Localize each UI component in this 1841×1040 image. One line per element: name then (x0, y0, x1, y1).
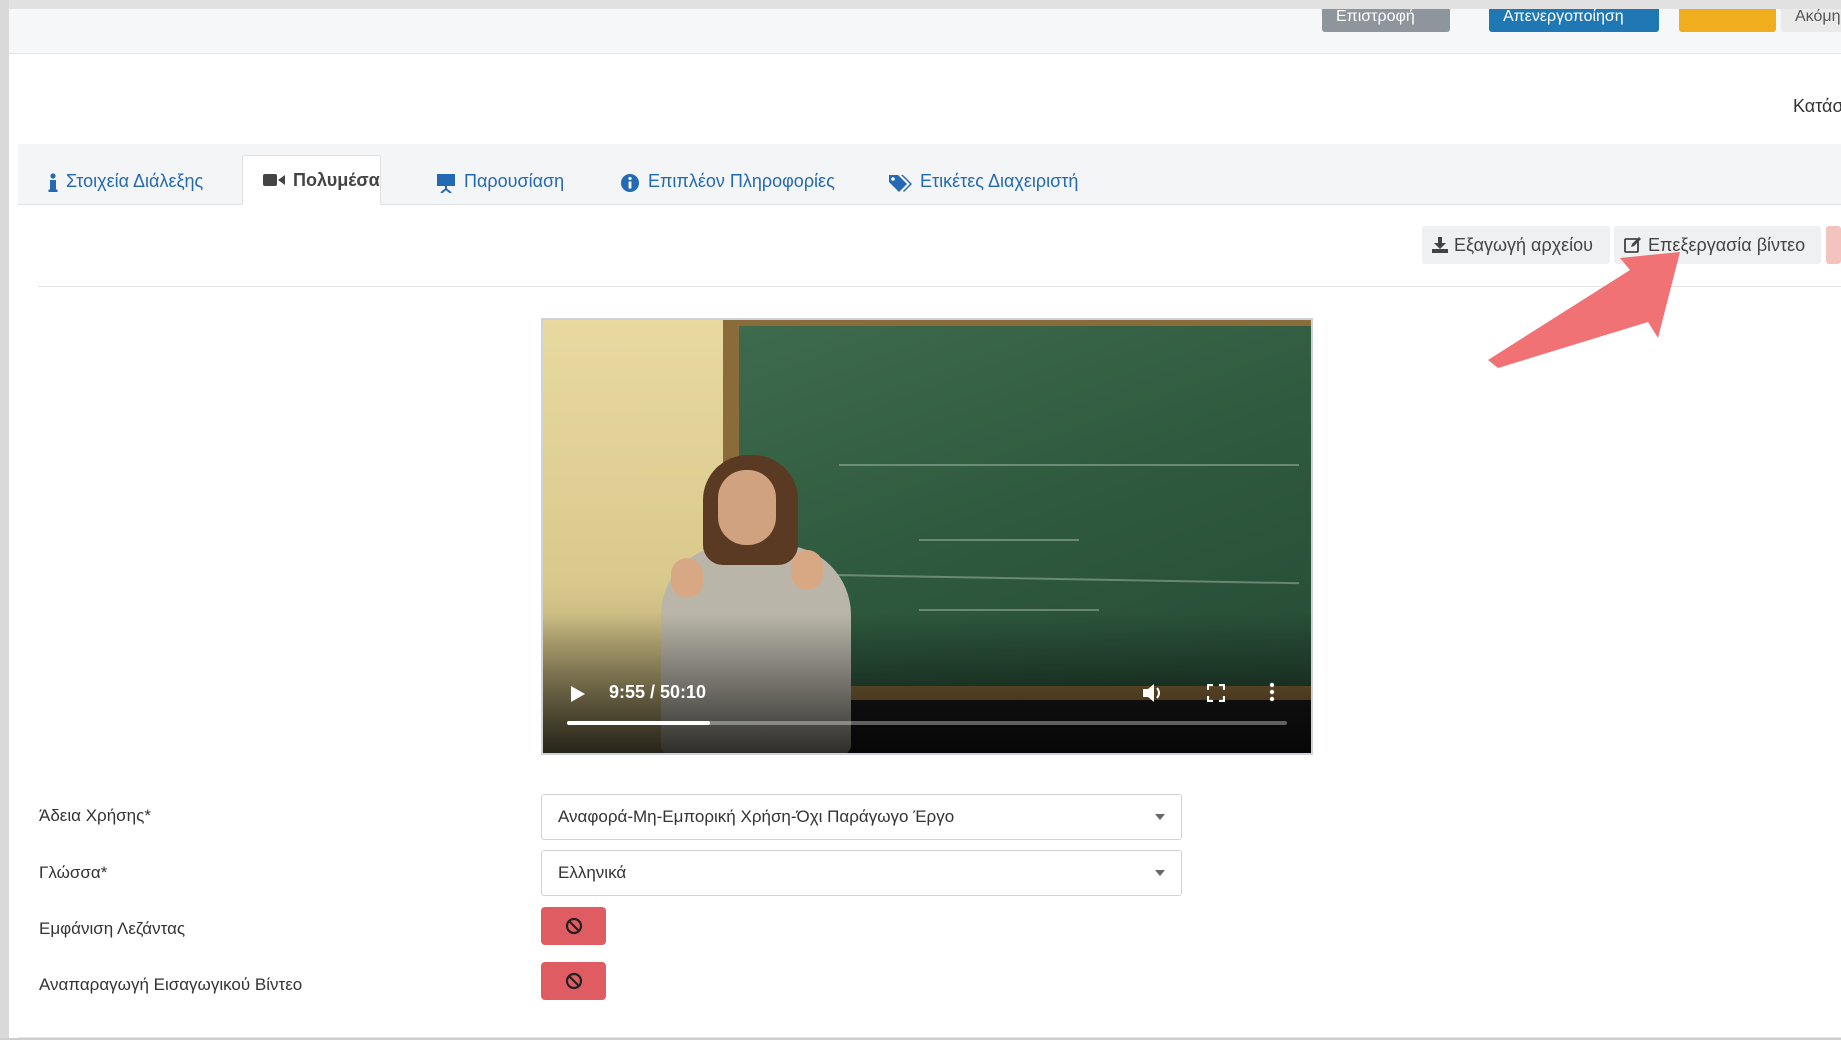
edit-button[interactable] (1679, 9, 1776, 32)
info-circle-icon (621, 174, 639, 192)
fullscreen-icon[interactable] (1207, 684, 1225, 702)
video-time-display: 9:55 / 50:10 (609, 682, 707, 702)
tab-additional-info[interactable]: Επιπλέον Πληροφορίες (620, 157, 835, 204)
captions-label: Εμφάνιση Λεζάντας (39, 919, 186, 938)
ban-icon (565, 972, 582, 990)
more-options-icon[interactable] (1269, 682, 1275, 702)
delete-button[interactable] (1826, 226, 1841, 264)
status-label: Κατάσταση (1793, 96, 1841, 116)
license-label: Άδεια Χρήσης* (39, 806, 151, 825)
deactivate-button[interactable]: Απενεργοποίηση (1489, 9, 1659, 32)
language-label: Γλώσσα* (39, 863, 108, 882)
back-button[interactable]: Επιστροφή (1322, 9, 1450, 32)
tab-admin-tags[interactable]: Ετικέτες Διαχειριστή (888, 157, 1078, 204)
tab-bar: Στοιχεία Διάλεξης Πολυμέσα Παρουσίαση Επ… (18, 144, 1841, 205)
language-select[interactable]: Ελληνικά (541, 850, 1182, 896)
chevron-down-icon (1155, 814, 1165, 820)
volume-icon[interactable] (1143, 683, 1165, 703)
window-frame-left (0, 0, 9, 1040)
ban-icon (565, 917, 582, 935)
intro-video-toggle[interactable] (541, 962, 606, 1000)
tab-presentation[interactable]: Παρουσίαση (436, 157, 564, 204)
video-camera-icon (263, 174, 285, 186)
tab-multimedia[interactable]: Πολυμέσα (242, 155, 381, 205)
license-select[interactable]: Αναφορά-Μη-Εμπορική Χρήση-Όχι Παράγωγο Έ… (541, 794, 1182, 840)
top-action-bar: Επιστροφή Απενεργοποίηση Ακόμη (9, 9, 1841, 54)
tags-icon (889, 175, 912, 192)
more-button[interactable]: Ακόμη (1781, 9, 1841, 32)
download-icon (1432, 237, 1448, 253)
video-player[interactable]: 9:55 / 50:10 (541, 318, 1313, 755)
video-progress-fill (567, 721, 710, 725)
annotation-arrow-icon (1488, 252, 1680, 368)
tab-lecture-details[interactable]: Στοιχεία Διάλεξης (48, 157, 203, 204)
window-frame-top (0, 0, 1841, 9)
info-icon (48, 173, 58, 192)
captions-toggle[interactable] (541, 907, 606, 945)
video-progress-track[interactable] (567, 721, 1287, 725)
presentation-icon (437, 174, 455, 193)
chevron-down-icon (1155, 870, 1165, 876)
play-icon[interactable] (571, 686, 585, 702)
intro-video-label: Αναπαραγωγή Εισαγωγικού Βίντεο (39, 975, 303, 994)
